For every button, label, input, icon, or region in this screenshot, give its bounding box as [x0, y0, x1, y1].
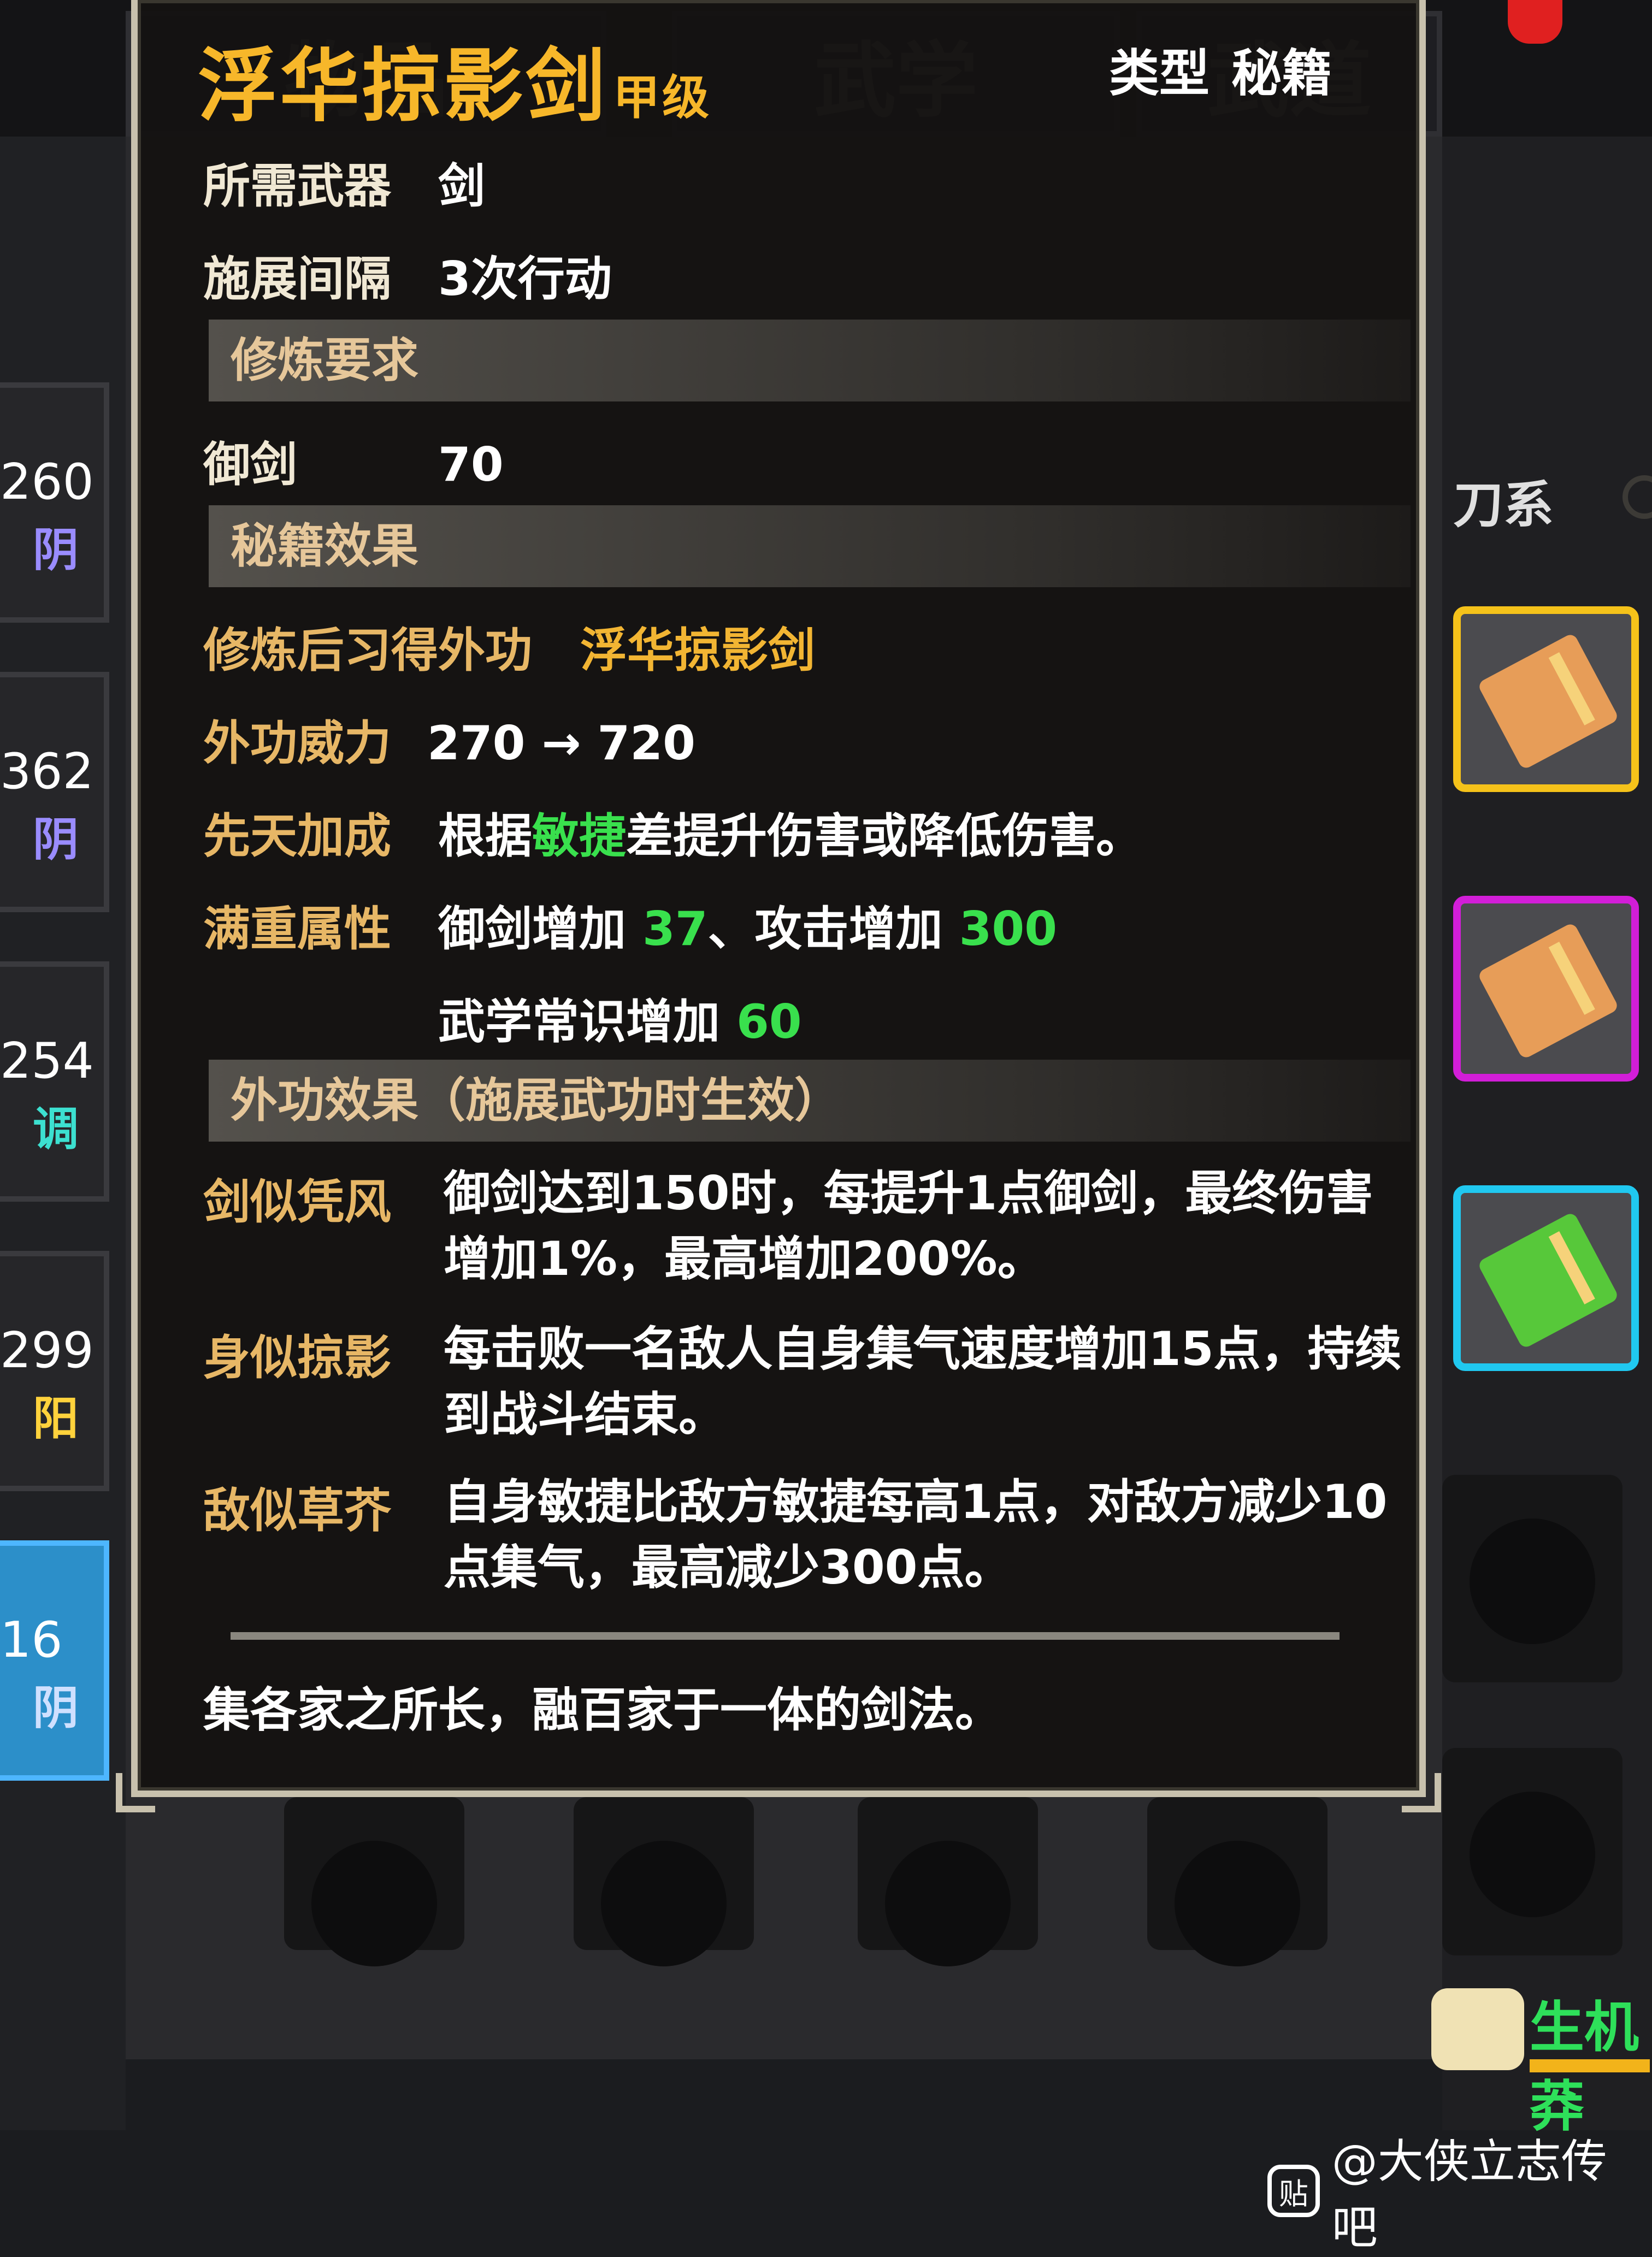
panel-corner: [1402, 1773, 1441, 1812]
flavor-text: 集各家之所长，融百家于一体的剑法。: [203, 1683, 1002, 1738]
row-value: 70: [438, 438, 504, 492]
row-label: 先天加成: [203, 809, 391, 864]
row-label: 施展间隔: [203, 252, 391, 306]
skill-effect-name: 剑似凭风: [203, 1163, 438, 1232]
stat-yinyang: 阴: [33, 1681, 79, 1735]
item-type-value: 秘籍: [1231, 44, 1332, 103]
item-title: 浮华掠影剑 甲级: [198, 22, 711, 137]
full-weight-row-2: 武学常识增加 60: [438, 983, 802, 1051]
empty-slot[interactable]: [1147, 1797, 1328, 1966]
row-label: 所需武器: [203, 159, 391, 214]
stat-yinyang: 阳: [33, 1392, 79, 1445]
watermark-text: @大侠立志传吧: [1331, 2135, 1607, 2254]
section-header-requirements: 修炼要求: [209, 320, 1411, 401]
item-slot[interactable]: [1453, 1185, 1639, 1371]
row-value: 剑: [438, 159, 485, 214]
stat-value: 362: [0, 743, 94, 800]
item-grade: 甲级: [613, 70, 711, 125]
item-tooltip: 浮华掠影剑 甲级 类型 秘籍 所需武器剑 施展间隔 3次行动 修炼要求 御剑 70 秘籍…: [116, 0, 1441, 1812]
stat-value: 260: [0, 453, 94, 511]
book-icon: [1477, 921, 1620, 1060]
watermark: 贴 @大侠立志传吧: [1267, 2125, 1652, 2257]
row-value: 、攻击增加: [707, 902, 959, 956]
stat-value: 16: [0, 1611, 63, 1669]
empty-slot[interactable]: [1442, 1475, 1622, 1682]
muscle-icon: [1431, 1988, 1524, 2070]
notification-badge[interactable]: [1508, 0, 1562, 44]
innate-bonus-row: 先天加成 根据敏捷差提升伤害或降低伤害。: [203, 797, 1143, 866]
cast-interval-row: 施展间隔 3次行动: [203, 240, 612, 309]
tieba-logo-icon: 贴: [1267, 2165, 1320, 2217]
stat-card[interactable]: 362 阴: [0, 672, 109, 912]
book-icon: [1477, 1211, 1620, 1350]
row-value: 浮华掠影剑: [580, 623, 815, 678]
row-value: 武学常识增加: [438, 995, 736, 1049]
status-progress: [1530, 2059, 1650, 2072]
skill-effect-text: 御剑达到150时，每提升1点御剑，最终伤害增加1%，最高增加200%。: [444, 1166, 1373, 1286]
book-icon: [1477, 632, 1620, 771]
status-bar: 生机莽: [1420, 1977, 1652, 2138]
row-label: 御剑: [203, 438, 297, 492]
row-value: 御剑增加: [438, 902, 642, 956]
stat-card[interactable]: 254 调: [0, 961, 109, 1202]
skill-effect-name: 身似掠影: [203, 1319, 438, 1387]
row-value: 3次行动: [438, 252, 612, 306]
section-header-skill-effects: 外功效果（施展武功时生效）: [209, 1060, 1411, 1142]
skill-power-row: 外功威力 270 → 720: [203, 705, 695, 773]
stat-card[interactable]: 299 阳: [0, 1251, 109, 1491]
skill-effect-text: 每击败一名敌人自身集气速度增加15点，持续到战斗结束。: [444, 1322, 1402, 1442]
item-type-label: 类型: [1108, 44, 1210, 103]
effect-name: 剑似凭风: [203, 1175, 391, 1230]
stat-yinyang: 调: [33, 1102, 79, 1156]
item-slot[interactable]: [1453, 896, 1639, 1082]
item-name: 浮华掠影剑: [198, 40, 607, 133]
stat-yinyang: 阴: [33, 813, 79, 866]
effect-name: 身似掠影: [203, 1331, 391, 1385]
row-label: 满重属性: [203, 902, 391, 956]
required-weapon-row: 所需武器剑: [203, 147, 485, 216]
category-sword-blade[interactable]: 刀系: [1453, 464, 1554, 537]
stat-card[interactable]: 260 阴: [0, 382, 109, 623]
learned-skill-row: 修炼后习得外功 浮华掠影剑: [203, 612, 815, 680]
stat-value: 299: [0, 1322, 94, 1379]
row-number: 300: [959, 902, 1058, 956]
stat-yinyang: 阴: [33, 523, 79, 577]
item-type: 类型 秘籍: [1109, 33, 1332, 105]
row-label: 修炼后习得外功: [203, 623, 532, 678]
row-value-suffix: 差提升伤害或降低伤害。: [626, 809, 1143, 864]
full-weight-row: 满重属性 御剑增加 37、攻击增加 300: [203, 890, 1057, 959]
requirement-row: 御剑 70: [203, 426, 504, 494]
panel-corner: [116, 1773, 155, 1812]
stat-value: 254: [0, 1032, 94, 1090]
row-value-attribute: 敏捷: [532, 809, 626, 864]
item-slot[interactable]: [1453, 606, 1639, 792]
row-value: 270 → 720: [427, 716, 695, 771]
effect-name: 敌似草芥: [203, 1484, 391, 1538]
empty-slot[interactable]: [284, 1797, 464, 1966]
row-value-prefix: 根据: [438, 809, 532, 864]
row-label: 外功威力: [203, 716, 391, 771]
skill-effect-name: 敌似草芥: [203, 1472, 438, 1540]
section-header-effects: 秘籍效果: [209, 505, 1411, 587]
empty-slot[interactable]: [574, 1797, 754, 1966]
skill-effect-text: 自身敏捷比敌方敏捷每高1点，对敌方减少10点集气，最高减少300点。: [444, 1475, 1388, 1595]
empty-slot[interactable]: [858, 1797, 1038, 1966]
stat-card-selected[interactable]: 16 阴: [0, 1540, 109, 1781]
row-number: 37: [642, 902, 708, 956]
divider: [231, 1632, 1340, 1640]
empty-slot[interactable]: [1442, 1748, 1622, 1955]
row-number: 60: [736, 995, 802, 1049]
